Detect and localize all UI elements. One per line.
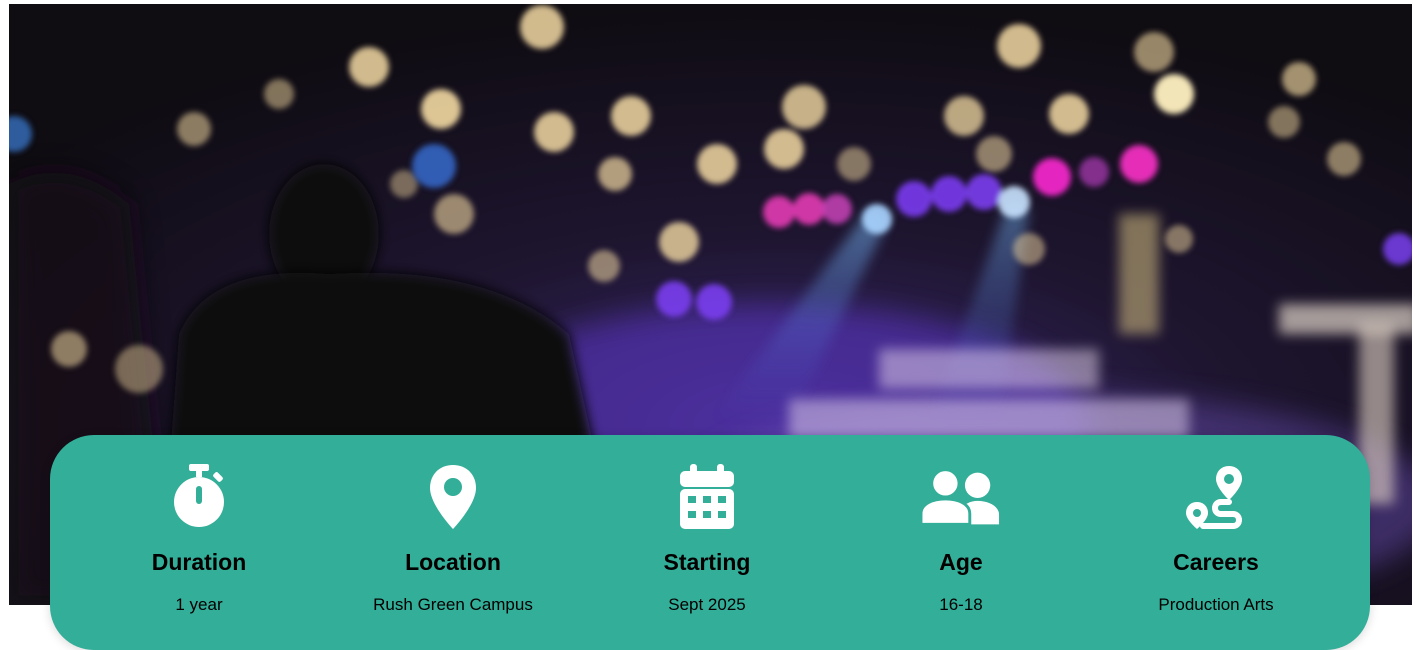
calendar-icon [667, 463, 747, 531]
info-value: Rush Green Campus [373, 595, 533, 614]
location-pin-icon [413, 463, 493, 531]
users-icon [921, 463, 1001, 531]
info-title: Careers [1173, 549, 1259, 575]
info-title: Age [939, 549, 983, 575]
info-value: 1 year [175, 595, 223, 614]
info-value: Production Arts [1158, 595, 1274, 614]
stopwatch-icon [159, 463, 239, 531]
info-title: Duration [151, 549, 247, 575]
info-value: 16-18 [939, 595, 983, 614]
info-value: Sept 2025 [668, 595, 746, 614]
info-item-starting: Starting Sept 2025 [577, 435, 837, 650]
info-item-careers: Careers Production Arts [1086, 435, 1346, 650]
info-item-age: Age 16-18 [831, 435, 1091, 650]
route-icon [1176, 463, 1256, 531]
info-item-location: Location Rush Green Campus [323, 435, 583, 650]
info-title: Starting [663, 549, 751, 575]
info-title: Location [405, 549, 501, 575]
info-item-duration: Duration 1 year [69, 435, 329, 650]
course-info-bar: Duration 1 year Location Rush Green Camp… [50, 435, 1370, 650]
